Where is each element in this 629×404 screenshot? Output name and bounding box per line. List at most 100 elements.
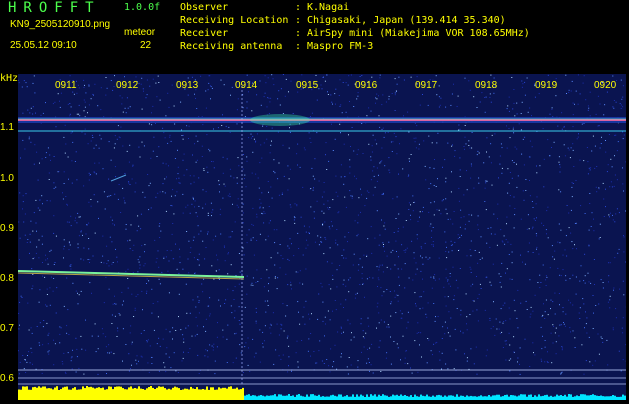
noise-speck (279, 195, 280, 196)
noise-speck (65, 144, 66, 145)
noise-speck (377, 210, 378, 211)
noise-speck (371, 253, 372, 254)
noise-speck (63, 137, 64, 138)
noise-speck (536, 217, 537, 218)
noise-speck (428, 340, 429, 341)
noise-speck (223, 173, 224, 174)
level-bar (262, 396, 264, 400)
noise-speck (476, 309, 477, 310)
noise-speck (304, 147, 305, 148)
noise-speck (545, 279, 546, 280)
noise-speck (445, 198, 446, 199)
noise-speck (205, 349, 206, 350)
noise-speck (290, 204, 291, 205)
noise-speck (252, 136, 253, 137)
noise-speck (71, 160, 72, 161)
noise-speck (148, 339, 149, 340)
noise-speck (108, 179, 109, 180)
noise-speck (159, 226, 160, 227)
noise-speck (584, 374, 585, 375)
noise-speck (48, 264, 49, 265)
noise-speck (297, 301, 298, 302)
noise-speck (24, 149, 25, 150)
noise-speck (478, 215, 479, 216)
noise-speck (283, 355, 284, 356)
noise-speck (396, 251, 397, 252)
noise-speck (136, 296, 137, 297)
level-bar (116, 387, 118, 401)
noise-speck (570, 331, 571, 332)
noise-speck (609, 307, 610, 308)
noise-speck (92, 135, 93, 136)
level-bar (514, 396, 516, 400)
level-bar (142, 389, 144, 400)
noise-speck (622, 328, 623, 329)
noise-speck (423, 207, 424, 208)
noise-speck (371, 179, 372, 180)
noise-speck (516, 103, 517, 104)
noise-speck (392, 93, 393, 94)
noise-speck (42, 244, 43, 245)
noise-speck (363, 255, 364, 256)
noise-speck (324, 182, 325, 183)
level-bar (310, 394, 312, 400)
noise-speck (525, 95, 526, 96)
noise-speck (233, 362, 234, 363)
noise-speck (460, 314, 461, 315)
noise-speck (434, 214, 435, 215)
noise-speck (297, 92, 298, 93)
noise-speck (567, 205, 568, 206)
noise-speck (251, 138, 252, 139)
noise-speck (365, 333, 366, 334)
level-bar (92, 388, 94, 400)
noise-speck (433, 278, 434, 279)
noise-speck (331, 124, 332, 125)
x-tick-0918: 0918 (475, 80, 497, 91)
noise-speck (401, 318, 402, 319)
noise-speck (544, 159, 545, 160)
noise-speck (490, 75, 491, 76)
noise-speck (196, 162, 197, 163)
noise-speck (367, 278, 368, 279)
noise-speck (23, 222, 24, 223)
noise-speck (381, 220, 382, 221)
meta-location-sep: : (295, 15, 307, 26)
noise-speck (623, 138, 624, 139)
noise-speck (289, 248, 290, 249)
noise-speck (157, 258, 158, 259)
noise-speck (349, 173, 350, 174)
noise-speck (457, 308, 458, 309)
level-bar (438, 395, 440, 400)
noise-speck (79, 105, 80, 106)
noise-speck (489, 247, 490, 248)
noise-speck (199, 312, 200, 313)
noise-speck (579, 281, 580, 282)
noise-speck (428, 302, 429, 303)
noise-speck (34, 212, 35, 213)
noise-speck (514, 197, 515, 198)
noise-speck (611, 181, 612, 182)
noise-speck (238, 157, 239, 158)
level-bar (448, 395, 450, 400)
noise-speck (106, 246, 107, 247)
noise-speck (107, 88, 108, 89)
noise-speck (363, 330, 364, 331)
noise-speck (172, 234, 173, 235)
level-bar (380, 396, 382, 400)
noise-speck (439, 351, 440, 352)
noise-speck (359, 284, 360, 285)
noise-speck (145, 197, 146, 198)
noise-speck (122, 188, 123, 189)
level-bar (80, 389, 82, 400)
noise-speck (429, 257, 430, 258)
noise-speck (217, 346, 218, 347)
level-bar (306, 395, 308, 401)
noise-speck (337, 244, 338, 245)
level-bar (494, 395, 496, 400)
level-bar (600, 396, 602, 401)
noise-speck (172, 327, 173, 328)
noise-speck (378, 279, 379, 280)
noise-speck (593, 313, 594, 314)
noise-speck (31, 352, 32, 353)
noise-speck (428, 105, 429, 106)
